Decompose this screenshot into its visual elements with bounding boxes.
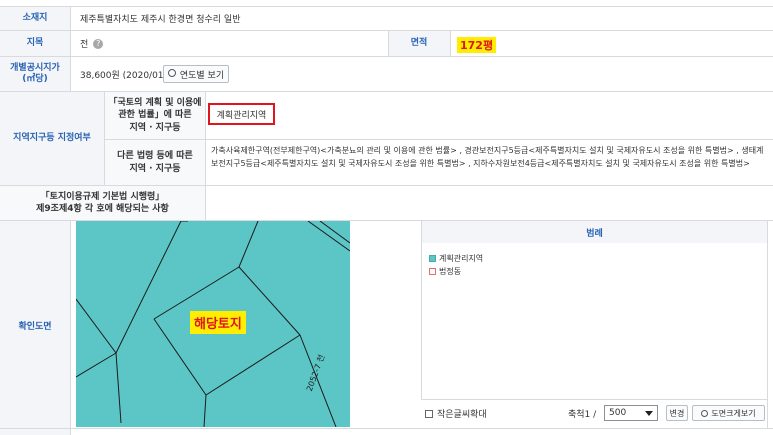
subject-land-tag: 해당토지 (190, 311, 246, 334)
land-category-text: 전 (80, 40, 89, 50)
legend-swatch-plan (429, 255, 436, 262)
help-icon[interactable]: ? (93, 38, 104, 49)
legend-label-dong: 법정동 (439, 267, 462, 276)
divider (104, 92, 105, 186)
divider (0, 6, 773, 7)
legend-item: 계획관리지역 (429, 253, 767, 264)
enlarge-map-button[interactable]: 도면크게보기 (692, 405, 765, 421)
chevron-down-icon (645, 410, 653, 416)
land-category-label: 지목 (0, 31, 70, 56)
divider (0, 91, 773, 92)
divider (388, 30, 389, 57)
magnify-icon (701, 409, 709, 417)
location-label: 소재지 (0, 7, 70, 30)
land-price-label: 개별공시지가 (㎡당) (0, 57, 70, 91)
small-font-label: 작은글씨확대 (437, 410, 487, 420)
enforcement-decree-label: 「토지이용규제 기본법 시행령」 제9조제4항 각 호에 해당되는 사항 (0, 186, 205, 220)
land-price-value: 38,600원 (2020/01) (80, 70, 168, 81)
divider (205, 92, 206, 221)
legend-header: 범례 (422, 221, 767, 243)
location-value: 제주특별자치도 제주시 한경면 청수리 일반 (80, 15, 241, 25)
divider (70, 221, 71, 435)
legend-panel: 범례 계획관리지역 법정동 (421, 221, 767, 399)
scale-select-value: 500 (609, 408, 627, 418)
yearly-price-button-label: 연도별 보기 (179, 70, 225, 81)
divider (70, 6, 71, 92)
other-law-label: 다른 법령 등에 따른 지역 · 지구등 (105, 140, 205, 185)
zone-designation-label: 지역지구등 지정여부 (0, 92, 104, 185)
yearly-price-button[interactable]: 연도별 보기 (163, 65, 229, 83)
national-plan-zone-value: 계획관리지역 (208, 103, 275, 125)
small-font-toggle[interactable]: 작은글씨확대 (425, 407, 487, 420)
divider (767, 221, 768, 429)
area-label: 면적 (388, 31, 450, 56)
scale-select[interactable]: 500 (604, 405, 658, 421)
divider (421, 399, 767, 400)
divider (0, 428, 773, 429)
scale-label: 축척1 / (568, 409, 597, 420)
area-value: 172평 (457, 37, 497, 53)
search-icon (167, 69, 176, 77)
divider (0, 56, 773, 57)
divider (0, 30, 773, 31)
divider (0, 220, 773, 221)
land-map[interactable]: 해당토지 2052-7 전 (76, 221, 350, 427)
map-label: 확인도면 (0, 221, 70, 435)
enlarge-map-button-label: 도면크게보기 (711, 408, 756, 418)
scale-change-button[interactable]: 변경 (666, 405, 688, 421)
small-font-checkbox[interactable] (425, 409, 433, 418)
other-law-zone-value: 가축사육제한구역(전부제한구역)<가축분뇨의 관리 및 이용에 관한 법률> ,… (211, 146, 764, 168)
legend-item: 법정동 (429, 266, 767, 277)
legend-swatch-dong (429, 268, 436, 275)
legend-label-plan: 계획관리지역 (439, 254, 484, 263)
land-category-value: 전 ? (80, 31, 104, 56)
national-plan-law-label: 「국토의 계획 및 이용에 관한 법률」에 따른 지역 · 지구등 (105, 92, 205, 139)
divider (450, 30, 451, 57)
divider (0, 185, 773, 186)
